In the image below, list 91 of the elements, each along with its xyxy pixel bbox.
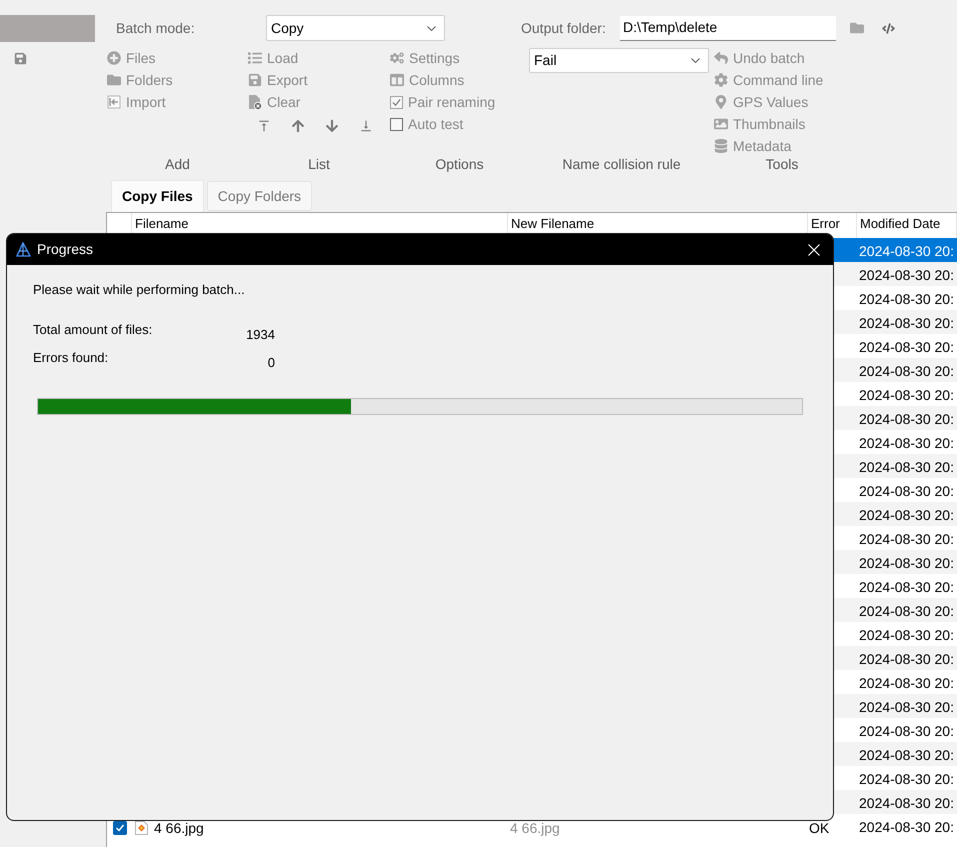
- toolbar-button[interactable]: Load: [248, 48, 298, 68]
- app-logo-icon: [15, 242, 31, 258]
- table-cell: 2024-08-30 20:: [859, 628, 954, 642]
- undo-arrow-icon: [714, 51, 728, 65]
- close-icon: [808, 244, 820, 256]
- table-cell: OK: [809, 821, 830, 835]
- group-label: Tools: [766, 156, 798, 172]
- toolbar-button[interactable]: Clear: [248, 92, 300, 112]
- table-cell: 2024-08-30 20:: [859, 508, 954, 522]
- toolbar-button[interactable]: GPS Values: [714, 92, 808, 112]
- chevron-down-icon: [427, 26, 436, 30]
- image-icon: [714, 117, 728, 131]
- batch-mode-dropdown[interactable]: Copy: [266, 15, 445, 41]
- column-header[interactable]: Filename: [135, 216, 507, 232]
- chevron-down-icon: [691, 58, 700, 63]
- table-cell: 2024-08-30 20:: [859, 388, 954, 402]
- table-cell: 2024-08-30 20:: [859, 268, 954, 282]
- toolbar-button[interactable]: Import: [107, 92, 166, 112]
- file-remove-icon: [248, 94, 262, 110]
- status-message: Please wait while performing batch...: [33, 281, 246, 299]
- toolbar-button[interactable]: Undo batch: [714, 48, 805, 68]
- toolbar-button[interactable]: Files: [107, 48, 156, 68]
- arrow-up-icon[interactable]: [291, 119, 305, 133]
- table-cell: 2024-08-30 20:: [859, 700, 954, 714]
- table-cell: 2024-08-30 20:: [859, 676, 954, 690]
- column-header[interactable]: New Filename: [511, 216, 807, 232]
- arrow-to-bottom-icon[interactable]: [359, 119, 373, 133]
- table-cell: 2024-08-30 20:: [859, 556, 954, 570]
- toolbar-button[interactable]: Export: [248, 70, 308, 90]
- table-cell: 2024-08-30 20:: [859, 820, 954, 834]
- checkbox[interactable]: [390, 118, 403, 130]
- checkbox[interactable]: [390, 96, 403, 108]
- table-cell: 2024-08-30 20:: [859, 652, 954, 666]
- table-cell: 2024-08-30 20:: [859, 580, 954, 594]
- table-cell: 2024-08-30 20:: [859, 748, 954, 762]
- toolbar-button[interactable]: Settings: [390, 48, 460, 68]
- batch-mode-label: Batch mode:: [116, 18, 196, 38]
- output-folder-label: Output folder:: [521, 18, 607, 38]
- arrow-down-icon[interactable]: [325, 119, 339, 133]
- table-cell: 2024-08-30 20:: [859, 604, 954, 618]
- table-cell: 2024-08-30 20:: [859, 364, 954, 378]
- checkbox-label[interactable]: Pair renaming: [408, 92, 496, 112]
- dialog-title: Progress: [37, 240, 94, 259]
- folder-icon[interactable]: [850, 21, 864, 35]
- table-cell: 2024-08-30 20:: [859, 724, 954, 738]
- stat-label: Total amount of files:: [33, 321, 152, 339]
- image-file-icon: [135, 821, 148, 835]
- group-label: Add: [165, 156, 190, 172]
- tab[interactable]: Copy Folders: [206, 181, 312, 211]
- table-cell: 2024-08-30 20:: [859, 244, 954, 258]
- column-header[interactable]: Modified Date: [860, 216, 956, 232]
- table-cell: 2024-08-30 20:: [859, 412, 954, 426]
- checkmark-icon: [114, 823, 124, 833]
- row-checkbox[interactable]: [112, 821, 126, 835]
- folder-icon: [107, 73, 121, 87]
- table-cell: 2024-08-30 20:: [859, 436, 954, 450]
- table-cell: 2024-08-30 20:: [859, 316, 954, 330]
- map-pin-icon: [714, 95, 728, 109]
- group-label: List: [308, 156, 330, 172]
- stat-value: 1934: [246, 326, 275, 344]
- tab[interactable]: Copy Files: [111, 180, 204, 212]
- table-cell: 4 66.jpg: [154, 821, 204, 835]
- database-icon: [714, 139, 728, 153]
- list-icon: [248, 51, 262, 65]
- table-cell: 2024-08-30 20:: [859, 460, 954, 474]
- toolbar-button[interactable]: Folders: [107, 70, 173, 90]
- table-cell: 2024-08-30 20:: [859, 292, 954, 306]
- toolbar-button[interactable]: Metadata: [714, 136, 792, 156]
- code-icon[interactable]: [882, 22, 895, 34]
- column-header[interactable]: Error: [811, 216, 856, 232]
- gears-icon: [390, 51, 404, 65]
- stat-value: 0: [268, 354, 275, 372]
- table-cell: 2024-08-30 20:: [859, 340, 954, 354]
- table-cell: 2024-08-30 20:: [859, 484, 954, 498]
- gear-icon: [714, 73, 728, 87]
- toolbar-button[interactable]: Thumbnails: [714, 114, 806, 134]
- output-folder-field[interactable]: D:\Temp\delete: [620, 16, 836, 40]
- table-cell: 2024-08-30 20:: [859, 532, 954, 546]
- table-cell: 4 66.jpg: [510, 821, 560, 835]
- table-cell: 2024-08-30 20:: [859, 796, 954, 810]
- checkmark-icon: [392, 98, 401, 106]
- toolbar-button[interactable]: Columns: [390, 70, 464, 90]
- table-cell: 2024-08-30 20:: [859, 772, 954, 786]
- toolbar-button[interactable]: Command line: [714, 70, 824, 90]
- stat-label: Errors found:: [33, 349, 108, 367]
- collision-rule-dropdown[interactable]: Fail: [529, 48, 709, 73]
- checkbox-label[interactable]: Auto test: [408, 114, 464, 134]
- group-label: Name collision rule: [562, 156, 681, 172]
- arrow-to-top-icon[interactable]: [257, 119, 271, 133]
- group-label: Options: [435, 156, 484, 172]
- columns-icon: [390, 73, 404, 87]
